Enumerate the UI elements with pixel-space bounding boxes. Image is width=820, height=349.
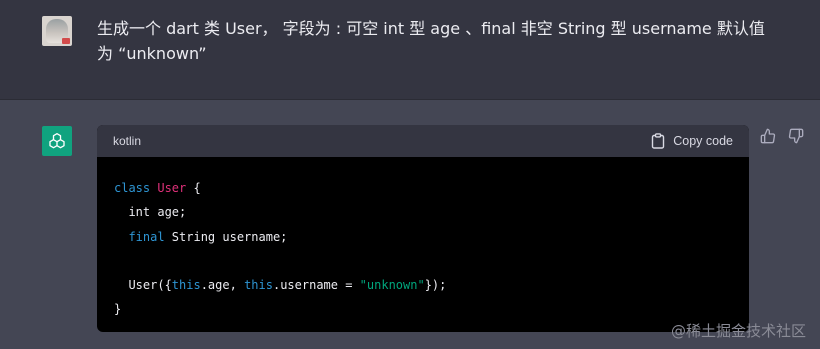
copy-code-label: Copy code — [673, 134, 733, 148]
code-line: } — [114, 297, 732, 321]
thumbs-down-button[interactable] — [788, 128, 804, 144]
code-token: User({ — [114, 278, 172, 293]
code-token: String username; — [164, 229, 288, 244]
user-avatar — [42, 16, 72, 46]
thumbs-down-icon — [788, 128, 804, 144]
code-language-label: kotlin — [113, 134, 142, 148]
watermark: @稀土掘金技术社区 — [670, 322, 806, 340]
openai-logo-icon — [49, 133, 65, 149]
user-message-text: 生成一个 dart 类 User， 字段为 : 可空 int 型 age 、fi… — [97, 16, 777, 66]
code-token-keyword: final — [128, 229, 165, 244]
code-block: kotlin Copy code class User { int age; f… — [97, 125, 749, 332]
code-token-class: User — [157, 181, 187, 195]
code-token-string: "unknown" — [359, 278, 425, 293]
code-token: }); — [424, 278, 447, 293]
code-token: { — [186, 181, 201, 195]
clipboard-icon — [652, 133, 665, 149]
code-token: } — [114, 302, 122, 317]
copy-code-button[interactable]: Copy code — [651, 133, 733, 149]
code-line: class User { — [114, 176, 732, 200]
user-message-line-2: 为 “unknown” — [97, 44, 207, 63]
thumbs-up-icon — [760, 128, 776, 144]
feedback-buttons — [760, 128, 804, 144]
thumbs-up-button[interactable] — [760, 128, 776, 144]
code-token: int age; — [114, 205, 187, 220]
code-line: int age; — [114, 200, 732, 224]
assistant-avatar — [42, 126, 72, 156]
code-header: kotlin Copy code — [97, 125, 749, 157]
code-line: User({this.age, this.username = "unknown… — [114, 273, 732, 297]
code-token-keyword: class — [114, 181, 151, 195]
code-token-keyword: this — [244, 278, 273, 293]
user-message-line-1: 生成一个 dart 类 User， 字段为 : 可空 int 型 age 、fi… — [97, 19, 765, 38]
code-token: .username = — [272, 278, 360, 293]
code-token: .age, — [200, 278, 245, 293]
code-token-keyword: this — [171, 278, 201, 293]
user-message: 生成一个 dart 类 User， 字段为 : 可空 int 型 age 、fi… — [0, 0, 820, 100]
code-content: class User { int age; final String usern… — [97, 157, 749, 322]
code-line: final String username; — [114, 225, 732, 249]
